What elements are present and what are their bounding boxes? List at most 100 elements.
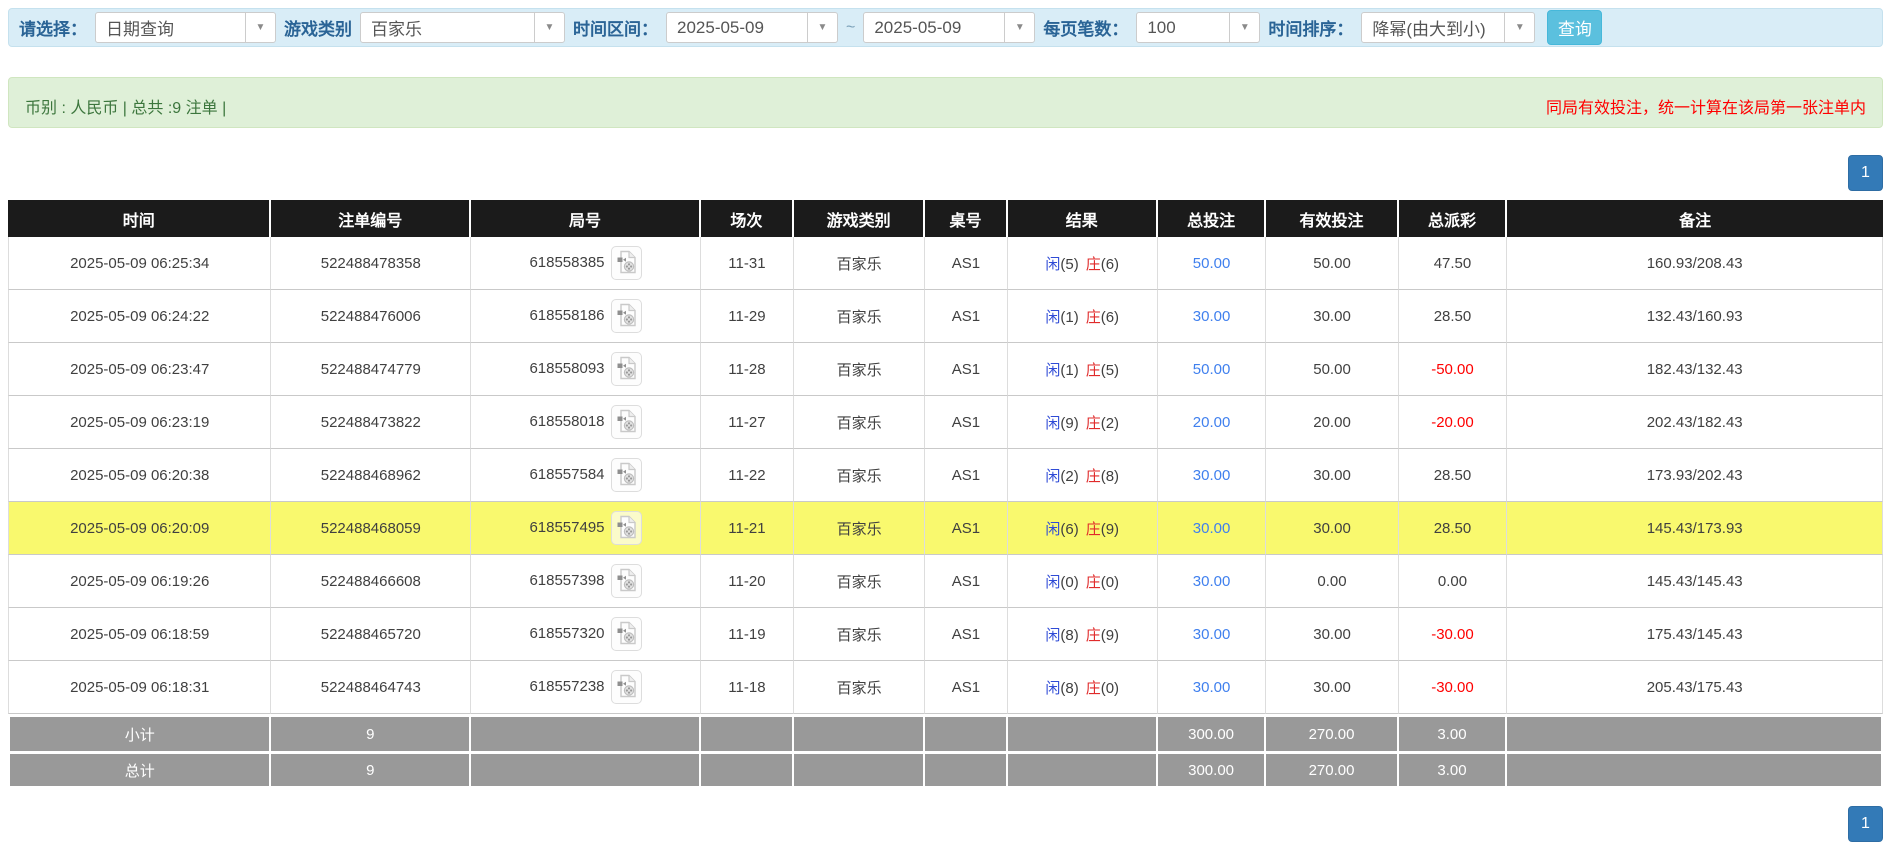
game-type-value: 百家乐	[361, 15, 432, 40]
total-bet-link[interactable]: 30.00	[1193, 626, 1231, 643]
total-bet-link[interactable]: 20.00	[1193, 414, 1231, 431]
col-header-valid-bet: 有效投注	[1266, 200, 1398, 237]
round-number: 618557398	[529, 572, 604, 589]
total-bet-link[interactable]: 50.00	[1193, 361, 1231, 378]
cell-session: 11-31	[701, 237, 794, 290]
cell-result: 闲(1)庄(6)	[1008, 290, 1158, 343]
cell-note: 205.43/175.43	[1507, 661, 1883, 714]
cell-valid-bet: 20.00	[1266, 396, 1398, 449]
cell-round: 618557584	[471, 449, 701, 502]
total-bet-link[interactable]: 30.00	[1193, 308, 1231, 325]
time-sort-label: 时间排序：	[1268, 15, 1353, 40]
cell-note: 182.43/132.43	[1507, 343, 1883, 396]
video-replay-button[interactable]	[611, 511, 642, 545]
video-file-icon	[616, 303, 637, 330]
cell-payout: 0.00	[1399, 555, 1508, 608]
cell-round: 618558186	[471, 290, 701, 343]
col-header-note: 备注	[1507, 200, 1883, 237]
total-bet-link[interactable]: 50.00	[1193, 255, 1231, 272]
player-result-label: 闲	[1045, 468, 1060, 485]
subtotal-payout: 3.00	[1399, 714, 1508, 751]
total-bet-link[interactable]: 30.00	[1193, 679, 1231, 696]
cell-round: 618558018	[471, 396, 701, 449]
cell-result: 闲(0)庄(0)	[1008, 555, 1158, 608]
total-total-bet: 300.00	[1158, 751, 1267, 788]
video-file-icon	[616, 409, 637, 436]
table-row: 2025-05-09 06:18:59522488465720618557320…	[8, 608, 1883, 661]
query-type-select[interactable]: 日期查询 ▼	[95, 12, 276, 43]
video-replay-button[interactable]	[611, 458, 642, 492]
cell-game-type: 百家乐	[794, 661, 925, 714]
pagination-bottom: 1	[8, 806, 1883, 842]
subtotal-count: 9	[271, 714, 471, 751]
banker-result-value: (8)	[1101, 468, 1119, 485]
table-row: 2025-05-09 06:23:19522488473822618558018…	[8, 396, 1883, 449]
date-from-select[interactable]: 2025-05-09 ▼	[666, 12, 838, 43]
banker-result-value: (2)	[1101, 415, 1119, 432]
game-type-label: 游戏类别	[284, 15, 352, 40]
banker-result-label: 庄	[1086, 415, 1101, 432]
video-replay-button[interactable]	[611, 405, 642, 439]
subtotal-empty-cell	[925, 714, 1007, 751]
table-header-row: 时间 注单编号 局号 场次 游戏类别 桌号 结果 总投注 有效投注 总派彩 备注	[8, 200, 1883, 237]
table-row: 2025-05-09 06:23:47522488474779618558093…	[8, 343, 1883, 396]
round-number: 618557320	[529, 625, 604, 642]
banker-result-label: 庄	[1086, 680, 1101, 697]
subtotal-valid-bet: 270.00	[1266, 714, 1398, 751]
game-type-select[interactable]: 百家乐 ▼	[360, 12, 565, 43]
cell-payout: -50.00	[1399, 343, 1508, 396]
total-bet-link[interactable]: 30.00	[1193, 573, 1231, 590]
valid-bet-notice-text: 同局有效投注，统一计算在该局第一张注单内	[1546, 94, 1866, 118]
video-file-icon	[616, 462, 637, 489]
cell-note: 202.43/182.43	[1507, 396, 1883, 449]
cell-note: 145.43/145.43	[1507, 555, 1883, 608]
cell-valid-bet: 0.00	[1266, 555, 1398, 608]
cell-table: AS1	[925, 396, 1007, 449]
video-replay-button[interactable]	[611, 352, 642, 386]
banker-result-label: 庄	[1086, 574, 1101, 591]
cell-result: 闲(5)庄(6)	[1008, 237, 1158, 290]
range-separator: ~	[846, 19, 855, 37]
round-number: 618558018	[529, 413, 604, 430]
page-size-select[interactable]: 100 ▼	[1136, 12, 1260, 43]
cell-total-bet: 30.00	[1158, 555, 1267, 608]
video-replay-button[interactable]	[611, 564, 642, 598]
cell-time: 2025-05-09 06:18:31	[8, 661, 271, 714]
player-result-value: (8)	[1060, 680, 1078, 697]
cell-time: 2025-05-09 06:20:09	[8, 502, 271, 555]
video-replay-button[interactable]	[611, 670, 642, 704]
table-row: 2025-05-09 06:24:22522488476006618558186…	[8, 290, 1883, 343]
cell-bet-id: 522488468962	[271, 449, 471, 502]
time-sort-select[interactable]: 降幂(由大到小) ▼	[1361, 12, 1535, 43]
video-file-icon	[616, 621, 637, 648]
video-replay-button[interactable]	[611, 299, 642, 333]
total-bet-link[interactable]: 30.00	[1193, 467, 1231, 484]
page-1-button[interactable]: 1	[1848, 155, 1883, 191]
total-empty-cell	[925, 751, 1007, 788]
round-number: 618558093	[529, 360, 604, 377]
video-replay-button[interactable]	[611, 617, 642, 651]
cell-game-type: 百家乐	[794, 502, 925, 555]
bet-records-table: 时间 注单编号 局号 场次 游戏类别 桌号 结果 总投注 有效投注 总派彩 备注…	[8, 200, 1883, 788]
video-file-icon	[616, 356, 637, 383]
cell-time: 2025-05-09 06:23:47	[8, 343, 271, 396]
video-file-icon	[616, 515, 637, 542]
cell-payout: 47.50	[1399, 237, 1508, 290]
search-button[interactable]: 查询	[1547, 10, 1602, 45]
video-replay-button[interactable]	[611, 246, 642, 280]
time-range-label: 时间区间：	[573, 15, 658, 40]
cell-table: AS1	[925, 343, 1007, 396]
page-1-button[interactable]: 1	[1848, 806, 1883, 842]
date-to-select[interactable]: 2025-05-09 ▼	[863, 12, 1035, 43]
banker-result-value: (6)	[1101, 309, 1119, 326]
cell-bet-id: 522488465720	[271, 608, 471, 661]
table-row: 2025-05-09 06:20:38522488468962618557584…	[8, 449, 1883, 502]
banker-result-value: (5)	[1101, 362, 1119, 379]
total-bet-link[interactable]: 30.00	[1193, 520, 1231, 537]
cell-table: AS1	[925, 449, 1007, 502]
cell-time: 2025-05-09 06:25:34	[8, 237, 271, 290]
player-result-label: 闲	[1045, 521, 1060, 538]
total-count: 9	[271, 751, 471, 788]
cell-note: 175.43/145.43	[1507, 608, 1883, 661]
cell-table: AS1	[925, 555, 1007, 608]
